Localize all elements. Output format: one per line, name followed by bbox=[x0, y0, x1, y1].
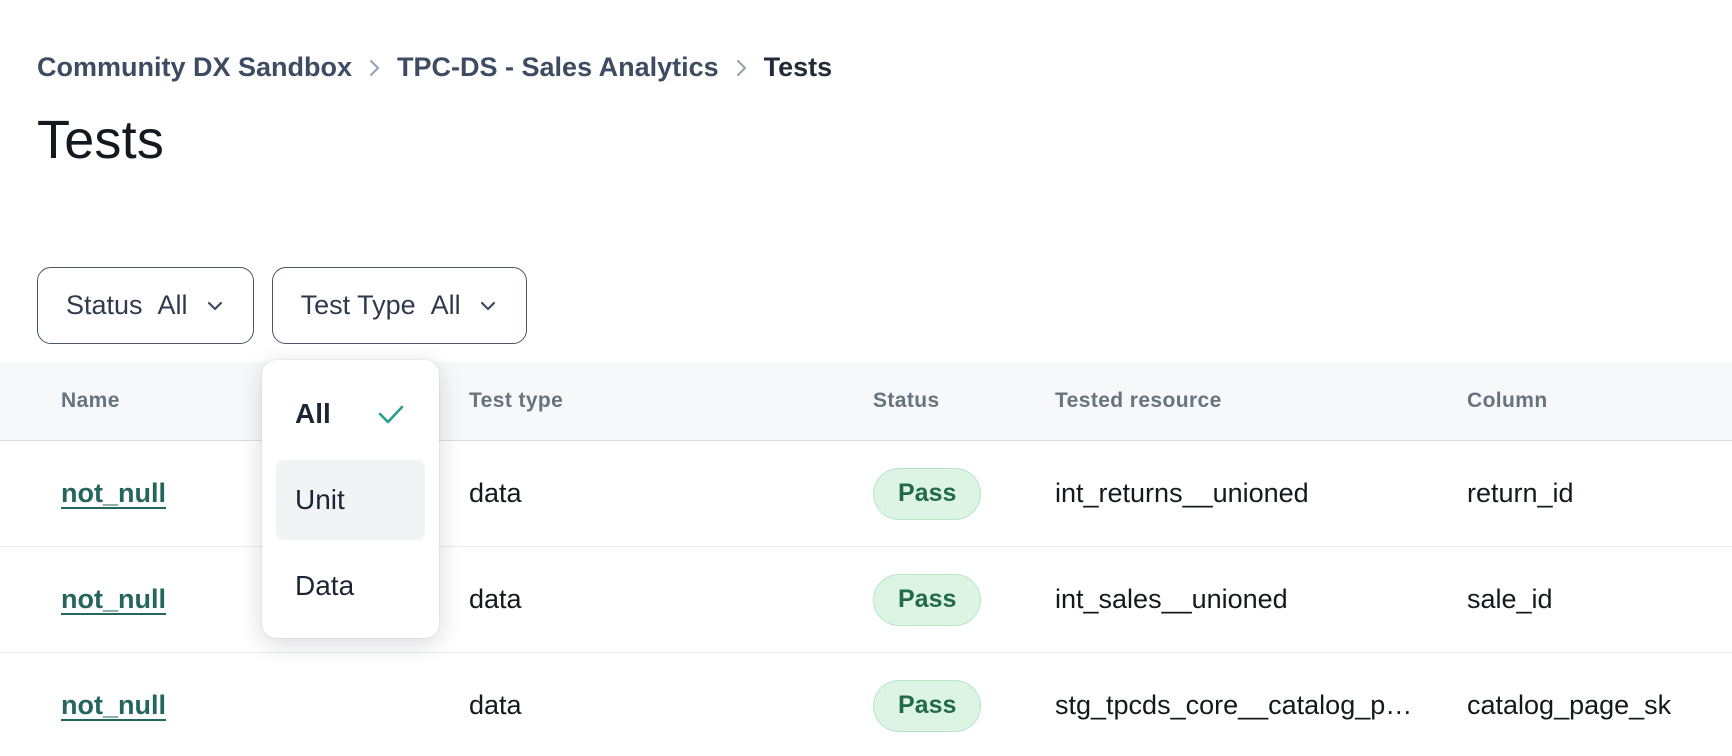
dropdown-item-label: Unit bbox=[295, 484, 345, 516]
test-type-dropdown-menu: All Unit Data bbox=[262, 360, 439, 638]
tested-resource-cell: int_sales__unioned bbox=[1055, 584, 1467, 615]
check-icon bbox=[376, 402, 406, 426]
table-row: not_null data Pass stg_tpcds_core__catal… bbox=[0, 653, 1732, 756]
chevron-down-icon bbox=[478, 299, 498, 313]
tests-table: Name Test type Status Tested resource Co… bbox=[0, 362, 1732, 756]
status-badge: Pass bbox=[873, 680, 981, 732]
status-filter-value: All bbox=[158, 290, 188, 321]
chevron-right-icon bbox=[734, 57, 749, 79]
chevron-right-icon bbox=[367, 57, 382, 79]
breadcrumb: Community DX Sandbox TPC-DS - Sales Anal… bbox=[0, 0, 1732, 83]
dropdown-item-all[interactable]: All bbox=[276, 386, 425, 442]
tested-resource-cell: int_returns__unioned bbox=[1055, 478, 1467, 509]
dropdown-item-unit[interactable]: Unit bbox=[276, 460, 425, 540]
test-type-cell: data bbox=[469, 584, 873, 615]
test-type-filter-button[interactable]: Test Type All bbox=[272, 267, 527, 344]
dropdown-item-label: Data bbox=[295, 570, 354, 602]
column-header-tested-resource: Tested resource bbox=[1055, 389, 1467, 413]
breadcrumb-item-environment[interactable]: TPC-DS - Sales Analytics bbox=[397, 52, 719, 83]
dropdown-item-data[interactable]: Data bbox=[276, 558, 425, 614]
column-header-status: Status bbox=[873, 389, 1055, 413]
test-name-link[interactable]: not_null bbox=[61, 690, 166, 720]
test-name-cell: not_null bbox=[61, 690, 469, 721]
status-badge: Pass bbox=[873, 574, 981, 626]
status-filter-label: Status bbox=[66, 290, 143, 321]
breadcrumb-item-project[interactable]: Community DX Sandbox bbox=[37, 52, 352, 83]
status-badge: Pass bbox=[873, 468, 981, 520]
table-header-row: Name Test type Status Tested resource Co… bbox=[0, 362, 1732, 441]
test-type-cell: data bbox=[469, 478, 873, 509]
page-title: Tests bbox=[37, 109, 1732, 171]
status-filter-button[interactable]: Status All bbox=[37, 267, 254, 344]
column-cell: catalog_page_sk bbox=[1467, 690, 1732, 721]
test-name-link[interactable]: not_null bbox=[61, 478, 166, 508]
filter-bar: Status All Test Type All bbox=[37, 267, 527, 344]
column-cell: return_id bbox=[1467, 478, 1732, 509]
dropdown-item-label: All bbox=[295, 398, 331, 430]
column-header-test-type: Test type bbox=[469, 389, 873, 413]
table-row: not_null data Pass int_returns__unioned … bbox=[0, 441, 1732, 547]
test-name-link[interactable]: not_null bbox=[61, 584, 166, 614]
table-row: not_null data Pass int_sales__unioned sa… bbox=[0, 547, 1732, 653]
chevron-down-icon bbox=[205, 299, 225, 313]
column-header-column: Column bbox=[1467, 389, 1732, 413]
breadcrumb-item-tests: Tests bbox=[764, 52, 833, 83]
test-type-cell: data bbox=[469, 690, 873, 721]
tested-resource-cell: stg_tpcds_core__catalog_p… bbox=[1055, 690, 1467, 721]
column-cell: sale_id bbox=[1467, 584, 1732, 615]
test-type-filter-label: Test Type bbox=[301, 290, 416, 321]
test-type-filter-value: All bbox=[431, 290, 461, 321]
